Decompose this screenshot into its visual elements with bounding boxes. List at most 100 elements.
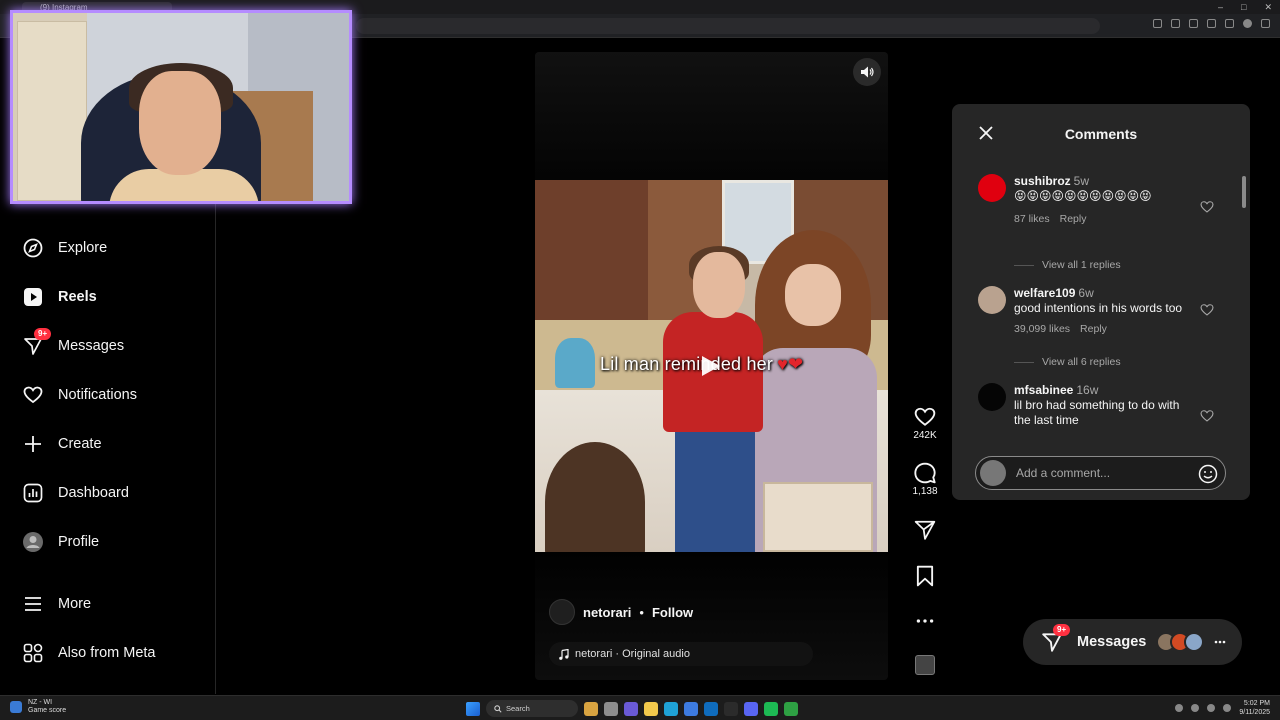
sidebar-item-more[interactable]: More: [22, 591, 91, 617]
sidebar-item-create[interactable]: Create: [22, 431, 102, 457]
comment-like-icon[interactable]: [1200, 200, 1214, 214]
clock[interactable]: 5:02 PM 9/11/2025: [1239, 699, 1270, 717]
sidebar-item-label: Messages: [58, 338, 125, 354]
comment-avatar[interactable]: [978, 286, 1006, 314]
comments-title: Comments: [1064, 126, 1138, 142]
save-button[interactable]: [905, 565, 945, 587]
reader-icon[interactable]: [1171, 19, 1180, 28]
windows-start-icon[interactable]: [466, 701, 480, 716]
clock-time: 5:02 PM: [1243, 700, 1270, 707]
reel-caption-emoji: ♥❤: [777, 354, 804, 374]
sidebar-item-notifications[interactable]: Notifications: [22, 382, 137, 408]
audio-pill[interactable]: netorari · Original audio: [549, 642, 813, 666]
taskbar-search[interactable]: Search: [486, 700, 578, 717]
meta-icon: [22, 642, 44, 664]
sidebar-item-label: Notifications: [58, 387, 137, 403]
comment-username[interactable]: welfare109: [1014, 286, 1075, 300]
share-button[interactable]: [905, 519, 945, 541]
sidebar-item-profile[interactable]: Profile: [22, 529, 99, 555]
view-replies-button[interactable]: View all 6 replies: [1014, 356, 1121, 368]
comment-text: lil bro had something to do with the las…: [1014, 398, 1180, 427]
sidebar-item-explore[interactable]: Explore: [22, 235, 107, 261]
comment-button[interactable]: 1,138: [905, 462, 945, 497]
sidebar-item-label: Create: [58, 436, 102, 452]
spotify-icon[interactable]: [764, 701, 778, 716]
zoom-icon[interactable]: [1153, 19, 1162, 28]
volume-icon[interactable]: [1223, 704, 1232, 712]
taskbar-app-icon[interactable]: [584, 701, 598, 716]
comment-time: 5w: [1073, 174, 1090, 188]
comment-likes[interactable]: 87 likes: [1014, 213, 1050, 225]
taskbar-apps: Search: [466, 700, 798, 717]
comment-avatar[interactable]: [978, 383, 1006, 411]
sidebar-item-reels[interactable]: Reels: [22, 284, 97, 310]
sidebar-item-label: Explore: [58, 240, 108, 256]
share-icon: [914, 520, 936, 540]
tray-icon[interactable]: [1191, 704, 1200, 712]
sidebar-item-dashboard[interactable]: Dashboard: [22, 480, 129, 506]
comments-scrollbar[interactable]: [1242, 166, 1246, 440]
weather-widget[interactable]: NZ - WI Game score: [10, 699, 66, 715]
taskbar-app-icon[interactable]: [784, 701, 798, 716]
more-options-button[interactable]: [905, 610, 945, 632]
author-avatar[interactable]: [549, 599, 575, 625]
taskbar-app-icon[interactable]: [724, 701, 738, 716]
follow-button[interactable]: Follow: [652, 605, 693, 620]
reel-author: netorari • Follow: [549, 599, 693, 625]
browser-menu-icon[interactable]: [1261, 19, 1270, 28]
comment-meta: 87 likes Reply: [1014, 212, 1194, 227]
video-scene-box: [763, 482, 873, 552]
comment-count: 1,138: [912, 486, 938, 497]
comment-like-icon[interactable]: [1200, 303, 1214, 317]
comment-avatar[interactable]: [978, 174, 1006, 202]
file-explorer-icon[interactable]: [644, 701, 658, 716]
browser-profile-avatar[interactable]: [1243, 19, 1252, 28]
tray-icon[interactable]: [1175, 704, 1184, 712]
play-icon[interactable]: [698, 354, 722, 378]
current-user-avatar: [980, 460, 1006, 486]
extensions-icon[interactable]: [1207, 19, 1216, 28]
close-window-button[interactable]: ✕: [1264, 2, 1272, 13]
edge-browser-icon[interactable]: [664, 701, 678, 716]
weather-title: NZ - WI: [28, 699, 53, 706]
collections-icon[interactable]: [1225, 19, 1234, 28]
comment-username[interactable]: mfsabinee: [1014, 383, 1073, 397]
comment-likes[interactable]: 39,099 likes: [1014, 323, 1070, 335]
comment-username[interactable]: sushibroz: [1014, 174, 1071, 188]
author-name[interactable]: netorari: [583, 605, 631, 620]
outlook-icon[interactable]: [704, 701, 718, 716]
messages-pill[interactable]: 9+ Messages: [1023, 619, 1242, 665]
taskbar-app-icon[interactable]: [624, 701, 638, 716]
view-replies-label: View all 1 replies: [1042, 259, 1121, 271]
minimize-button[interactable]: –: [1218, 2, 1223, 13]
reply-button[interactable]: Reply: [1080, 323, 1107, 335]
emoji-icon[interactable]: [1198, 464, 1218, 484]
sidebar-item-messages[interactable]: 9+ Messages: [22, 328, 125, 359]
comment-like-icon[interactable]: [1200, 409, 1214, 423]
reply-button[interactable]: Reply: [1060, 213, 1087, 225]
maximize-button[interactable]: □: [1241, 2, 1246, 13]
bookmark-icon: [916, 565, 934, 587]
clock-date: 9/11/2025: [1239, 709, 1270, 716]
volume-button[interactable]: [853, 58, 881, 86]
comment-text: good intentions in his words too: [1014, 301, 1183, 315]
scrollbar-thumb[interactable]: [1242, 176, 1246, 208]
search-icon: [494, 704, 502, 713]
discord-icon[interactable]: [744, 701, 758, 716]
conversation-avatar: [1184, 632, 1205, 652]
favorite-icon[interactable]: [1189, 19, 1198, 28]
sidebar-item-label: Profile: [58, 534, 100, 550]
sidebar-item-label: Dashboard: [58, 485, 129, 501]
like-button[interactable]: 242K: [905, 406, 945, 441]
taskbar-app-icon[interactable]: [604, 701, 618, 716]
taskbar-app-icon[interactable]: [684, 701, 698, 716]
sidebar-item-also-from-meta[interactable]: Also from Meta: [22, 640, 156, 666]
more-dots-icon: [1215, 640, 1226, 644]
network-icon[interactable]: [1207, 704, 1216, 712]
audio-thumbnail[interactable]: [915, 655, 935, 675]
more-dots-icon: [916, 619, 934, 623]
add-comment-input[interactable]: [1016, 463, 1186, 483]
view-replies-button[interactable]: View all 1 replies: [1014, 259, 1121, 271]
address-bar[interactable]: [356, 18, 1100, 34]
sidebar-item-label: Also from Meta: [58, 645, 156, 661]
